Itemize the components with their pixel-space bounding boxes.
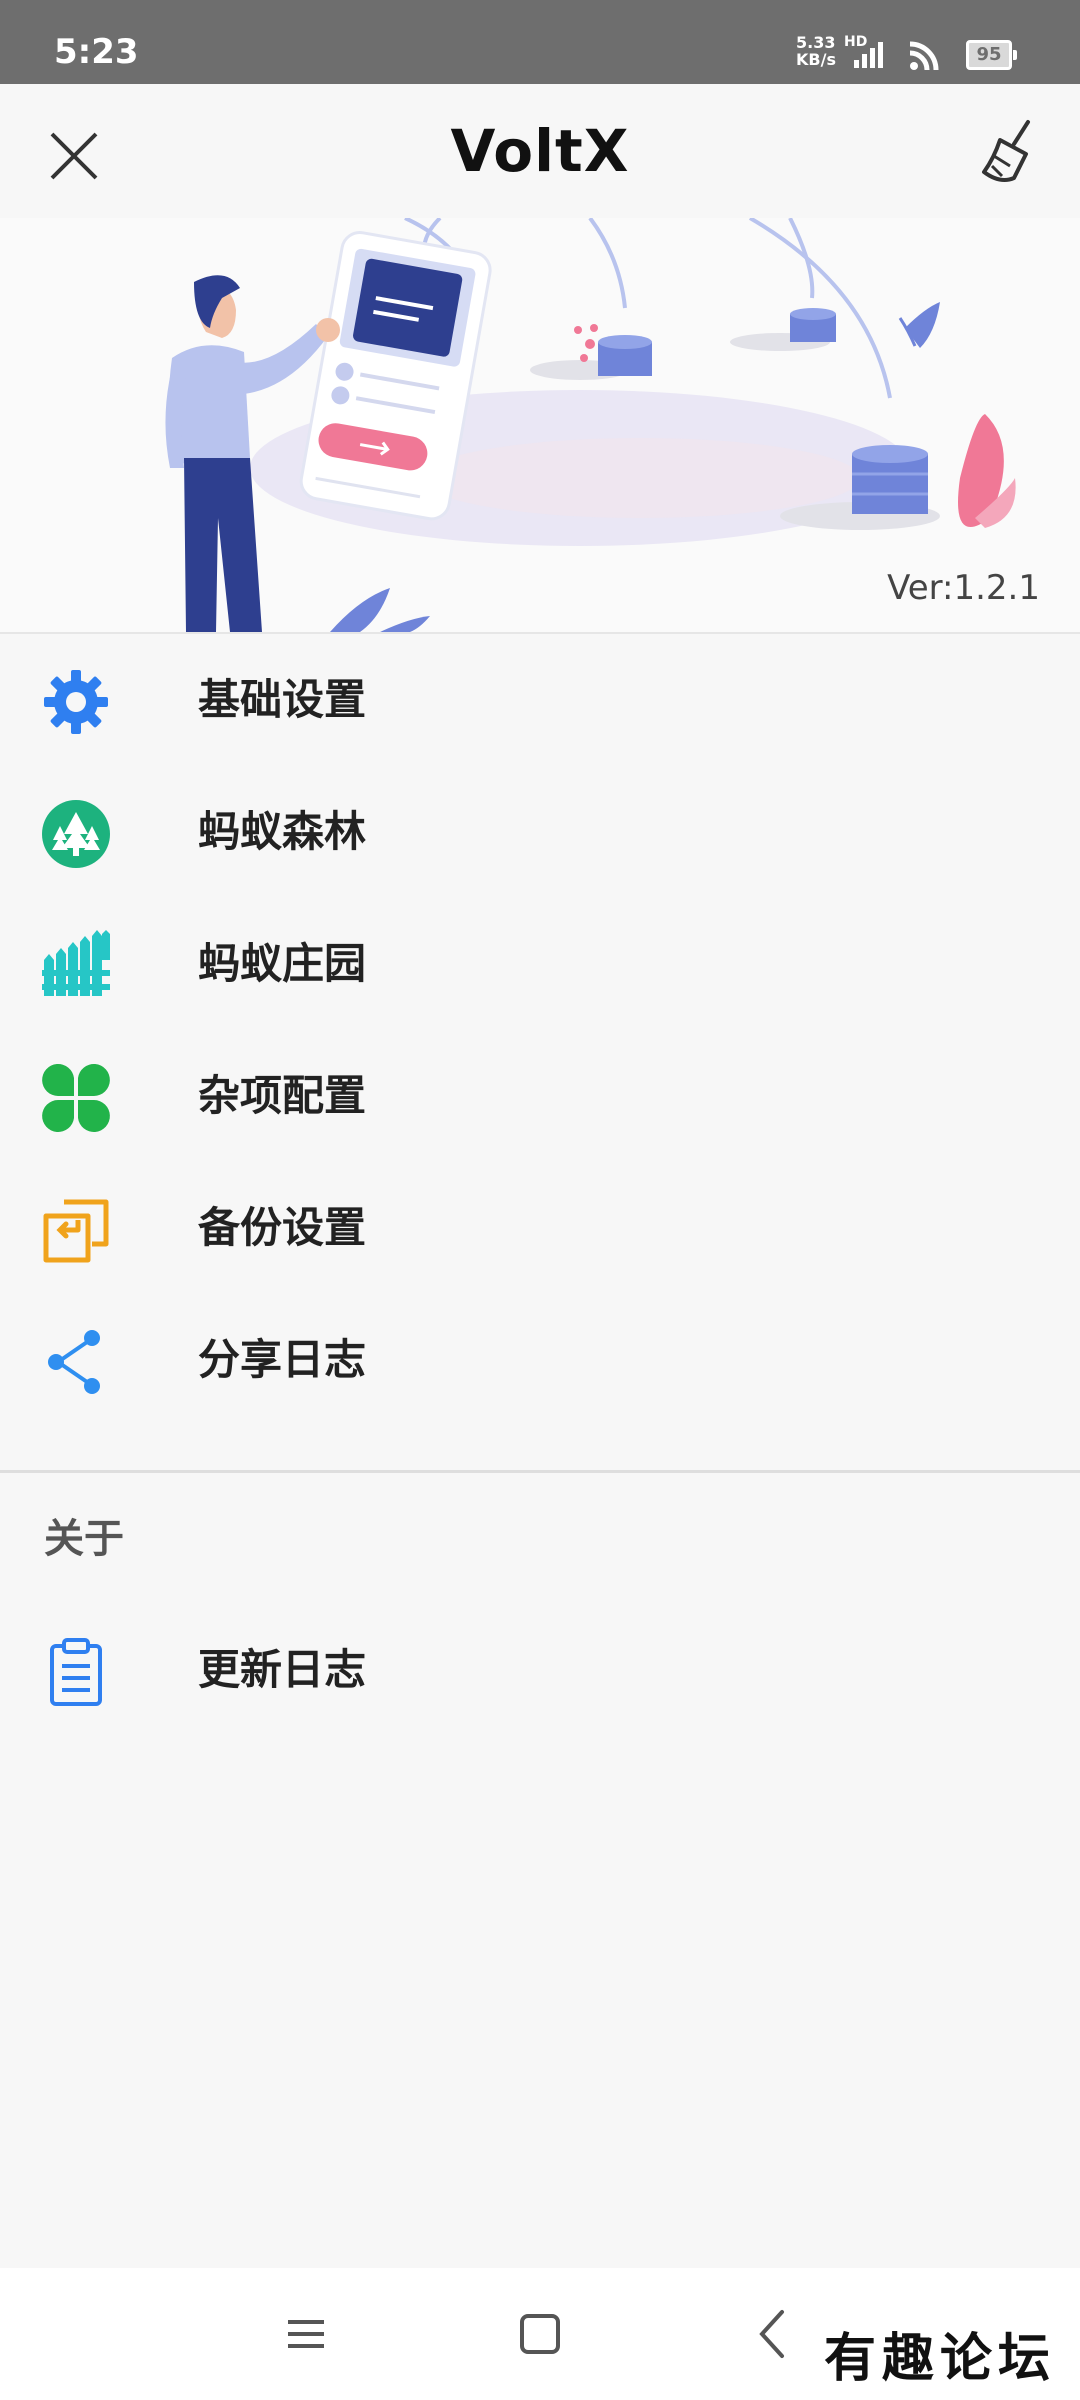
section-divider — [0, 1470, 1080, 1473]
status-time: 5:23 — [54, 32, 139, 72]
home-icon — [520, 2314, 560, 2354]
home-button[interactable] — [504, 2298, 576, 2370]
app-header: VoltX — [0, 84, 1080, 220]
menu-item-misc-config[interactable]: 杂项配置 — [0, 1030, 1080, 1162]
back-icon — [759, 2310, 784, 2358]
gear-icon — [44, 670, 108, 734]
version-label: Ver:1.2.1 — [887, 568, 1040, 608]
backup-icon — [43, 1199, 109, 1263]
wifi-icon — [909, 41, 939, 70]
menu-item-backup-settings[interactable]: 备份设置 — [0, 1162, 1080, 1294]
menu-item-label: 备份设置 — [198, 1203, 367, 1252]
menu-item-label: 分享日志 — [198, 1335, 367, 1384]
menu-item-label: 蚂蚁森林 — [198, 807, 367, 856]
menu-item-label: 基础设置 — [198, 675, 367, 724]
about-section-title: 关于 — [44, 1516, 124, 1562]
menu-icon — [288, 2320, 324, 2348]
menu-item-changelog[interactable]: 更新日志 — [0, 1604, 1080, 1736]
menu-item-label: 更新日志 — [198, 1645, 367, 1694]
watermark: 有趣论坛 — [823, 2328, 1056, 2389]
recent-apps-button[interactable] — [270, 2298, 342, 2370]
back-button[interactable] — [738, 2298, 810, 2370]
share-icon — [48, 1330, 100, 1394]
net-speed: 5.33 KB/s — [796, 33, 836, 69]
settings-menu: 基础设置 蚂蚁森林 蚂蚁庄园 杂项配置 备份设置 分享日志 — [0, 634, 1080, 1426]
banner: Ver:1.2.1 — [0, 218, 1080, 634]
menu-item-basic-settings[interactable]: 基础设置 — [0, 634, 1080, 766]
menu-item-label: 蚂蚁庄园 — [198, 939, 367, 988]
tree-icon — [42, 800, 110, 868]
menu-item-ant-farm[interactable]: 蚂蚁庄园 — [0, 898, 1080, 1030]
broom-icon — [982, 120, 1030, 182]
signal-icon — [854, 42, 883, 68]
fence-icon — [42, 930, 110, 996]
app-title: VoltX — [450, 117, 630, 185]
menu-item-label: 杂项配置 — [198, 1071, 367, 1120]
clover-icon — [42, 1064, 110, 1132]
clean-button[interactable] — [970, 114, 1050, 194]
clipboard-icon — [50, 1638, 102, 1706]
battery-indicator: 95 — [966, 40, 1017, 70]
status-bar: 5:23 5.33 KB/s HD 95 — [0, 0, 1080, 84]
menu-item-share-log[interactable]: 分享日志 — [0, 1294, 1080, 1426]
menu-item-ant-forest[interactable]: 蚂蚁森林 — [0, 766, 1080, 898]
